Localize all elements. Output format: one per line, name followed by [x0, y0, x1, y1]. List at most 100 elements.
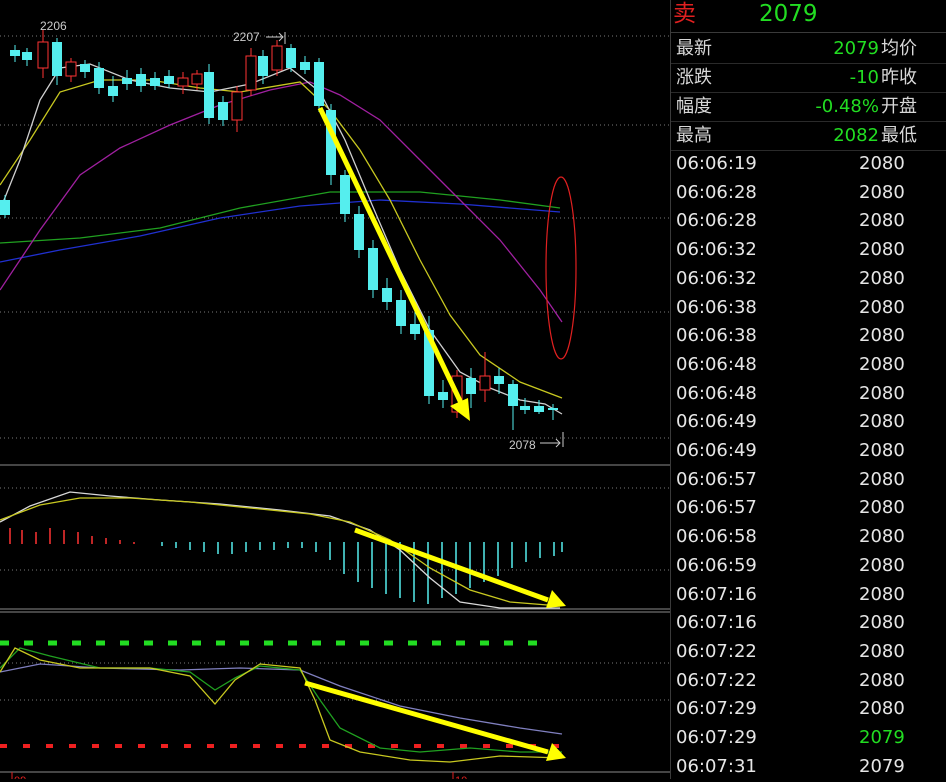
- tick-time: 06:06:59: [676, 554, 757, 576]
- tick-time: 06:06:57: [676, 497, 757, 519]
- tick-row[interactable]: 06:06:32 2080: [671, 265, 946, 294]
- candle-body: [271, 45, 283, 71]
- candle-body: [354, 214, 364, 250]
- tick-time: 06:07:22: [676, 669, 757, 691]
- quote-row: 涨跌 -10 昨收: [671, 64, 946, 93]
- candle-body: [396, 300, 406, 326]
- candle-body: [52, 42, 62, 76]
- candle-body: [314, 62, 324, 106]
- tick-row[interactable]: 06:06:19 2080: [671, 150, 946, 179]
- ind-purple: [0, 663, 563, 735]
- tick-row[interactable]: 06:07:22 2080: [671, 638, 946, 667]
- quote-panel: 卖 2079 最新 2079 均价 涨跌 -10 昨收 幅度 -0.48% 开盘 最高 2082 最低…: [670, 0, 946, 779]
- tick-row[interactable]: 06:06:28 2080: [671, 179, 946, 208]
- tick-time: 06:06:58: [676, 526, 757, 548]
- tick-time: 06:06:57: [676, 468, 757, 490]
- tick-row[interactable]: 06:06:49 2080: [671, 437, 946, 466]
- label-2207: 2207: [233, 30, 260, 44]
- quote-row: 最高 2082 最低: [671, 122, 946, 151]
- kline-chart[interactable]: 2206 2207 2078 09 10: [0, 0, 670, 779]
- tick-price: 2080: [859, 554, 905, 576]
- sell-row[interactable]: 卖 2079: [671, 0, 946, 33]
- candle-body: [122, 78, 132, 84]
- tick-row[interactable]: 06:07:31 2079: [671, 753, 946, 782]
- candle-body: [466, 378, 476, 394]
- ma-blue: [0, 199, 561, 263]
- tick-time: 06:07:29: [676, 727, 757, 748]
- tick-price: 2080: [859, 210, 905, 232]
- tick-row[interactable]: 06:06:57 2080: [671, 466, 946, 495]
- quote-label: 涨跌: [676, 67, 712, 88]
- tick-row[interactable]: 06:06:49 2080: [671, 408, 946, 437]
- pane-dividers: [0, 464, 670, 773]
- macd-dea: [0, 497, 561, 607]
- tick-price: 2080: [859, 669, 905, 691]
- ma-white: [0, 63, 563, 415]
- sell-price: 2079: [759, 1, 818, 27]
- tick-row[interactable]: 06:06:32 2080: [671, 236, 946, 265]
- tick-row[interactable]: 06:07:29 2079: [671, 724, 946, 753]
- macd-dif: [0, 491, 560, 609]
- tick-row[interactable]: 06:06:38 2080: [671, 322, 946, 351]
- tick-row[interactable]: 06:07:29 2080: [671, 695, 946, 724]
- candle-body: [245, 55, 257, 91]
- tick-row[interactable]: 06:06:38 2080: [671, 294, 946, 323]
- quote-row: 幅度 -0.48% 开盘: [671, 93, 946, 122]
- tick-price: 2080: [859, 526, 905, 548]
- tick-time: 06:06:48: [676, 353, 757, 375]
- tick-price: 2080: [859, 181, 905, 203]
- tick-row[interactable]: 06:06:59 2080: [671, 552, 946, 581]
- tick-row[interactable]: 06:06:48 2080: [671, 351, 946, 380]
- sell-label: 卖: [673, 1, 696, 27]
- tick-time: 06:06:48: [676, 382, 757, 404]
- candlesticks: [0, 30, 558, 430]
- candle-body: [534, 406, 544, 412]
- tick-price: 2080: [859, 468, 905, 490]
- tick-price: 2080: [859, 239, 905, 261]
- label-2078: 2078: [509, 438, 536, 452]
- tick-price: 2080: [859, 612, 905, 634]
- arrow-2078: [540, 432, 564, 448]
- candle-body: [191, 73, 203, 85]
- tick-price: 2080: [859, 267, 905, 289]
- candle-body: [382, 288, 392, 302]
- tick-row[interactable]: 06:07:16 2080: [671, 581, 946, 610]
- candle-body: [258, 56, 268, 76]
- candle-body: [520, 406, 530, 410]
- tick-time: 06:06:19: [676, 153, 757, 174]
- tick-time: 06:07:29: [676, 698, 757, 720]
- tick-time: 06:06:49: [676, 411, 757, 433]
- tick-price: 2080: [859, 440, 905, 461]
- candle-body: [80, 64, 90, 72]
- tick-row[interactable]: 06:06:57 2080: [671, 494, 946, 523]
- tick-price: 2080: [859, 698, 905, 720]
- tick-row[interactable]: 06:06:48 2080: [671, 380, 946, 409]
- quote-extra: 开盘: [881, 96, 917, 117]
- candle-body: [94, 68, 104, 88]
- tick-time: 06:06:49: [676, 440, 757, 461]
- tick-time: 06:06:28: [676, 181, 757, 203]
- tick-row[interactable]: 06:07:22 2080: [671, 667, 946, 696]
- tick-time: 06:06:28: [676, 210, 757, 232]
- tick-price: 2080: [859, 640, 905, 662]
- quote-value: 2082: [833, 125, 879, 146]
- candle-body: [204, 72, 214, 118]
- candle-body: [37, 41, 49, 69]
- tick-time: 06:07:31: [676, 755, 757, 777]
- quote-value: -10: [849, 67, 879, 88]
- axis-mark-10: 10: [455, 775, 467, 779]
- candle-body: [494, 376, 504, 384]
- quote-label: 最新: [676, 38, 712, 59]
- tick-time: 06:06:38: [676, 325, 757, 347]
- tick-price: 2080: [859, 583, 905, 605]
- tick-row[interactable]: 06:07:16 2080: [671, 609, 946, 638]
- tick-row[interactable]: 06:06:28 2080: [671, 207, 946, 236]
- trend-arrow-indicator: [304, 680, 566, 761]
- tick-price: 2079: [859, 755, 905, 777]
- tick-price: 2080: [859, 296, 905, 318]
- tick-row[interactable]: 06:06:58 2080: [671, 523, 946, 552]
- candle-body: [150, 78, 160, 86]
- candle-body: [108, 86, 118, 96]
- quote-row: 最新 2079 均价: [671, 35, 946, 64]
- trend-arrow-main: [317, 106, 470, 421]
